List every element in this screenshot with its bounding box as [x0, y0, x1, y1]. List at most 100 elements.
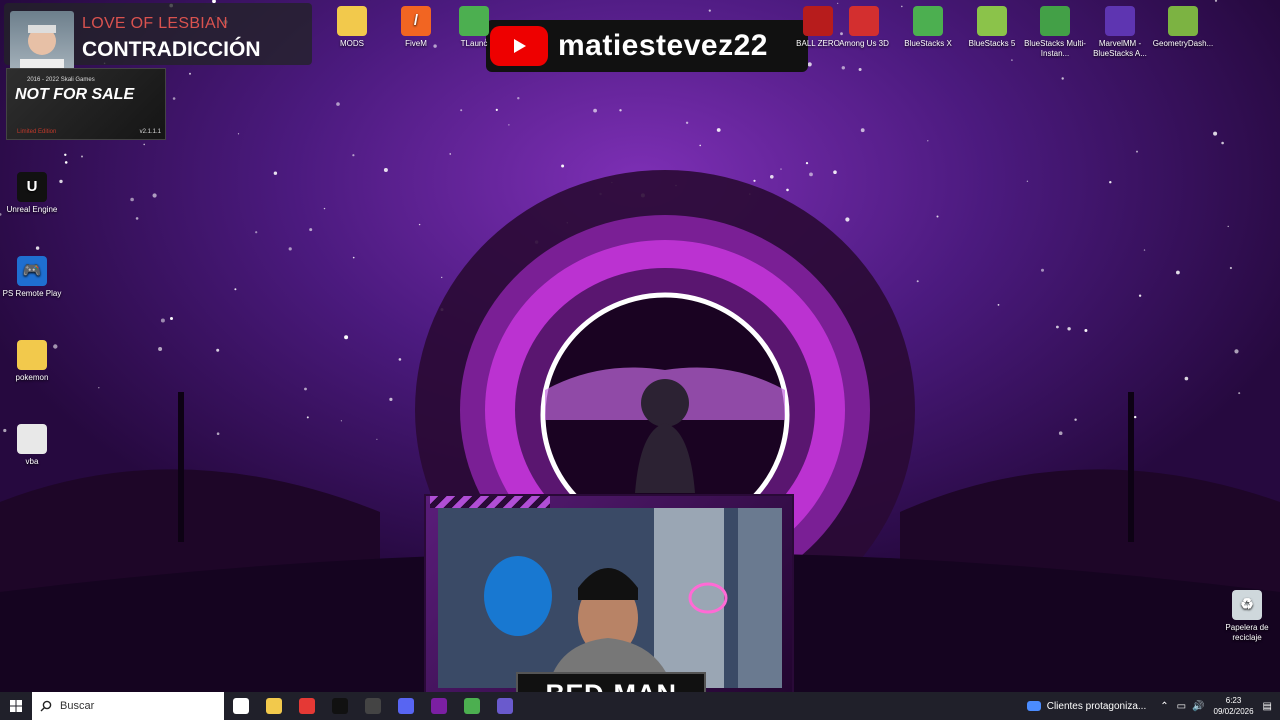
taskbar-app-task-view[interactable] [224, 692, 257, 720]
fivem-icon: / [401, 6, 431, 36]
star [1229, 266, 1232, 270]
tlauncher-icon [459, 6, 489, 36]
discord-icon [397, 698, 414, 714]
desktop-icon-label: GeometryDash... [1152, 39, 1214, 48]
desktop-icon-label: vba [25, 457, 39, 466]
star [517, 97, 520, 100]
star [143, 143, 145, 146]
game-subtitle: Limited Edition [17, 129, 57, 135]
taskbar: Buscar Clientes protagoniza... ⌃ ▭ 🔊 6:2… [0, 692, 1280, 720]
artist-name: LOVE OF LESBIAN [82, 15, 228, 32]
desktop-icon-top[interactable]: TLaunc [441, 6, 507, 49]
taskbar-app-discord[interactable] [389, 692, 422, 720]
star [1011, 59, 1013, 61]
notification-icon[interactable] [1026, 701, 1041, 711]
game-icon [803, 6, 833, 36]
minecraft-icon [463, 698, 480, 714]
taskbar-app-file-explorer[interactable] [257, 692, 290, 720]
desktop-icon-label: Among Us 3D [839, 39, 889, 48]
desktop-icon-top[interactable]: BlueStacks 5 [959, 6, 1025, 49]
taskbar-app-tiktok[interactable] [323, 692, 356, 720]
marvel-icon [1105, 6, 1135, 36]
webcam-frame: BED-MAN [424, 494, 794, 692]
clock-time: 6:23 [1225, 696, 1242, 705]
file-icon [17, 424, 47, 454]
search-icon [40, 700, 52, 712]
bluestacks-multi-icon [1040, 6, 1070, 36]
star [160, 318, 165, 323]
star [135, 217, 139, 220]
desktop: LOVE OF LESBIAN CONTRADICCIÓN 2016 - 202… [0, 0, 1280, 692]
star [273, 171, 278, 175]
chevron-up-icon[interactable]: ⌃ [1160, 701, 1168, 712]
star [1221, 141, 1224, 145]
star [807, 62, 812, 67]
star [288, 247, 292, 251]
taskbar-app-obs[interactable] [356, 692, 389, 720]
star [858, 68, 862, 71]
desktop-icon-label: BlueStacks X [904, 39, 952, 48]
desktop-icon-label: MODS [340, 39, 364, 48]
star [1213, 131, 1218, 136]
star [1041, 268, 1044, 272]
star [64, 153, 67, 156]
android-icon [1168, 6, 1198, 36]
star [152, 193, 157, 198]
desktop-icon-top[interactable]: BlueStacks X [895, 6, 961, 49]
star [352, 154, 355, 157]
star [1084, 329, 1088, 332]
taskbar-app-winrar[interactable] [422, 692, 455, 720]
desktop-icon-left[interactable]: U Unreal Engine [0, 172, 65, 215]
network-icon[interactable]: ▭ [1177, 701, 1186, 712]
desktop-icon-label: BlueStacks 5 [968, 39, 1016, 48]
star [1061, 77, 1064, 80]
among-us-icon [849, 6, 879, 36]
game-version: v2.1.1.1 [139, 129, 161, 135]
star [1143, 249, 1146, 251]
frame-stripes [430, 496, 550, 508]
winrar-icon [430, 698, 447, 714]
desktop-icon-top[interactable]: BlueStacks Multi-Instan... [1022, 6, 1088, 59]
desktop-icon-left[interactable]: vba [0, 424, 65, 467]
desktop-icon-left[interactable]: pokemon [0, 340, 65, 383]
star [1026, 180, 1029, 182]
taskbar-app-app[interactable] [488, 692, 521, 720]
star [255, 231, 258, 234]
youtube-banner: matiestevez22 [486, 20, 808, 72]
star [1138, 294, 1142, 297]
star [35, 246, 40, 250]
desktop-icon-top[interactable]: GeometryDash... [1150, 6, 1216, 49]
star [593, 108, 597, 113]
notification-text[interactable]: Clientes protagoniza... [1047, 701, 1147, 712]
desktop-icon-top[interactable]: Among Us 3D [831, 6, 897, 49]
desktop-icon-label: Unreal Engine [6, 205, 58, 214]
track-title: CONTRADICCIÓN [82, 38, 261, 61]
taskbar-app-minecraft[interactable] [455, 692, 488, 720]
folder-icon [337, 6, 367, 36]
desktop-icon-top[interactable]: / FiveM [383, 6, 449, 49]
star [619, 109, 622, 112]
webcam-nameplate: BED-MAN [516, 672, 706, 692]
unreal-engine-icon: U [17, 172, 47, 202]
star [81, 155, 83, 158]
desktop-icon-recycle-bin[interactable]: ♻ Papelera de reciclaje [1214, 590, 1280, 643]
desktop-icon-top[interactable]: MODS [319, 6, 385, 49]
star [1136, 150, 1138, 153]
search-placeholder: Buscar [60, 700, 95, 712]
star [1056, 325, 1059, 329]
desktop-icon-label: MarvelMM - BlueStacks A... [1093, 39, 1147, 58]
channel-handle: matiestevez22 [558, 29, 768, 62]
start-button[interactable] [0, 692, 32, 720]
notifications-icon[interactable]: ▤ [1263, 701, 1272, 712]
desktop-icon-top[interactable]: MarvelMM - BlueStacks A... [1087, 6, 1153, 59]
search-input[interactable]: Buscar [32, 692, 224, 720]
tiktok-icon [331, 698, 348, 714]
desktop-icon-left[interactable]: 🎮 PS Remote Play [0, 256, 65, 299]
star [323, 207, 326, 210]
star [304, 387, 307, 391]
volume-icon[interactable]: 🔊 [1192, 701, 1204, 712]
clock[interactable]: 6:23 09/02/2026 [1211, 695, 1257, 717]
desktop-icon-label: pokemon [15, 373, 49, 382]
star [1067, 327, 1071, 331]
taskbar-app-chrome[interactable] [290, 692, 323, 720]
